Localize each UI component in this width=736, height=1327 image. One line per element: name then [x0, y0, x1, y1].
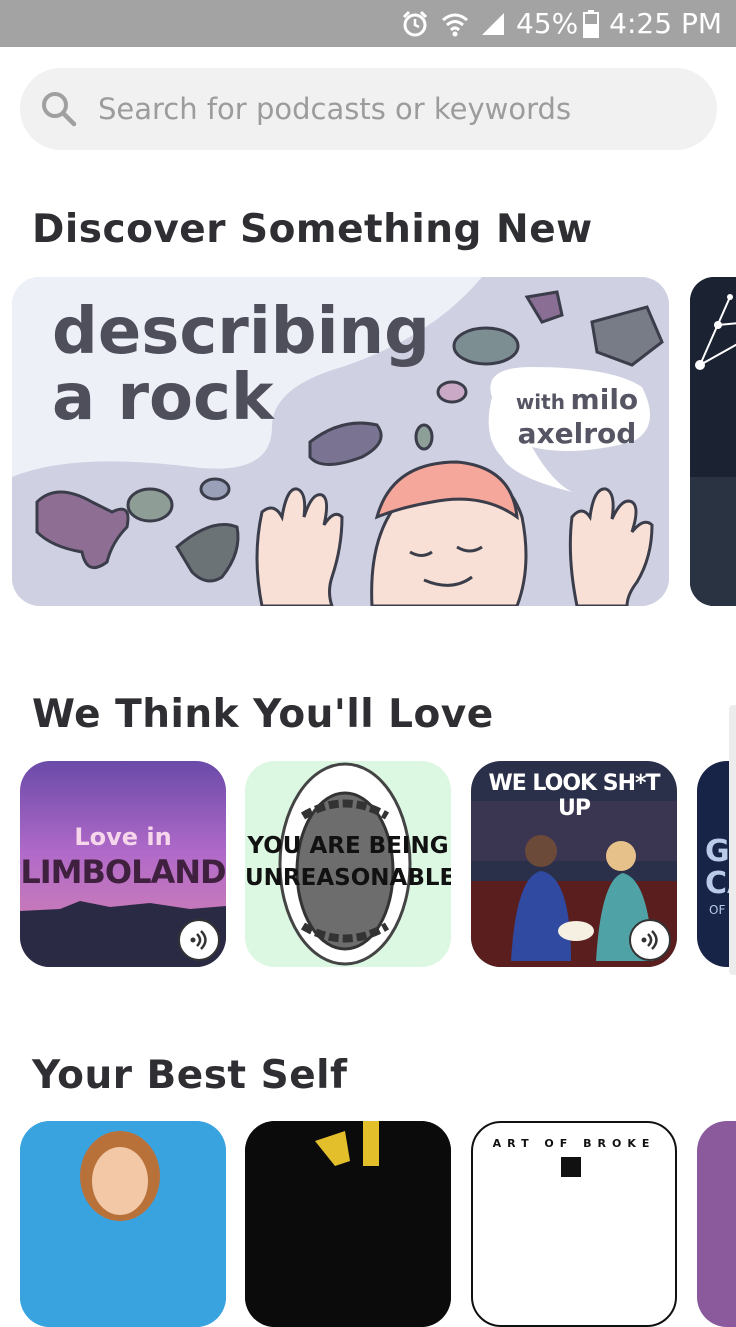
search-bar[interactable]: Search for podcasts or keywords [20, 68, 717, 150]
search-icon [40, 90, 78, 133]
hero-title-line2: a rock [52, 361, 274, 435]
anchor-icon [629, 919, 671, 961]
tile-title-line2: LIMBOLAND [20, 853, 226, 891]
tile-title-line1: ART OF BROKE [492, 1137, 656, 1150]
podcast-tile-love-in-limboland[interactable]: Love in LIMBOLAND [20, 761, 226, 967]
hero-bubble-name1: milo [570, 383, 639, 416]
status-bar: 45% 4:25 PM [0, 0, 736, 47]
anchor-icon [178, 919, 220, 961]
tile-artwork [245, 1121, 451, 1327]
tile-title-line2: UNREASONABLE [245, 865, 451, 891]
wifi-icon [440, 10, 470, 38]
hero-bubble-with: with [515, 390, 565, 414]
tile-title-line1: YOU ARE BEING [247, 833, 449, 859]
battery-icon [583, 9, 600, 38]
section-title-recommended: We Think You'll Love [32, 692, 494, 737]
scroll-edge-shadow [729, 705, 736, 975]
hero-bubble-name2: axelrod [517, 417, 637, 450]
tile-title-line1: WE LOOK SH*T UP [488, 771, 660, 821]
podcast-tile-best-self-4[interactable] [697, 1121, 736, 1327]
hero-card-next[interactable] [690, 277, 736, 606]
podcast-tile-art-of-broke[interactable]: ART OF BROKE [471, 1121, 677, 1327]
hero-speech-bubble: with milo axelrod [502, 385, 652, 449]
section-title-discover: Discover Something New [32, 207, 593, 252]
tile-title-line1: Love in [74, 823, 172, 851]
constellation-artwork [690, 277, 736, 606]
podcast-tile-best-self-1[interactable] [20, 1121, 226, 1327]
tile-peek-line3: OF [709, 903, 726, 917]
section-title-best-self: Your Best Self [32, 1053, 348, 1098]
alarm-icon [400, 9, 430, 39]
podcast-tile-you-are-being-unreasonable[interactable]: YOU ARE BEING UNREASONABLE [245, 761, 451, 967]
tile-logo-mark [561, 1157, 581, 1177]
podcast-tile-we-look-sht-up[interactable]: WE LOOK SH*T UP [471, 761, 677, 967]
podcast-tile-best-self-2[interactable] [245, 1121, 451, 1327]
signal-icon [480, 11, 506, 37]
hero-title-line1: describing [52, 295, 430, 369]
battery-percent: 45% [515, 7, 579, 40]
search-placeholder: Search for podcasts or keywords [98, 92, 572, 126]
hero-card-describing-a-rock[interactable]: describing a rock with milo axelrod [12, 277, 669, 606]
clock: 4:25 PM [609, 7, 722, 40]
hero-title: describing a rock [52, 299, 430, 431]
tile-artwork [245, 761, 451, 967]
tile-artwork [20, 1121, 226, 1327]
